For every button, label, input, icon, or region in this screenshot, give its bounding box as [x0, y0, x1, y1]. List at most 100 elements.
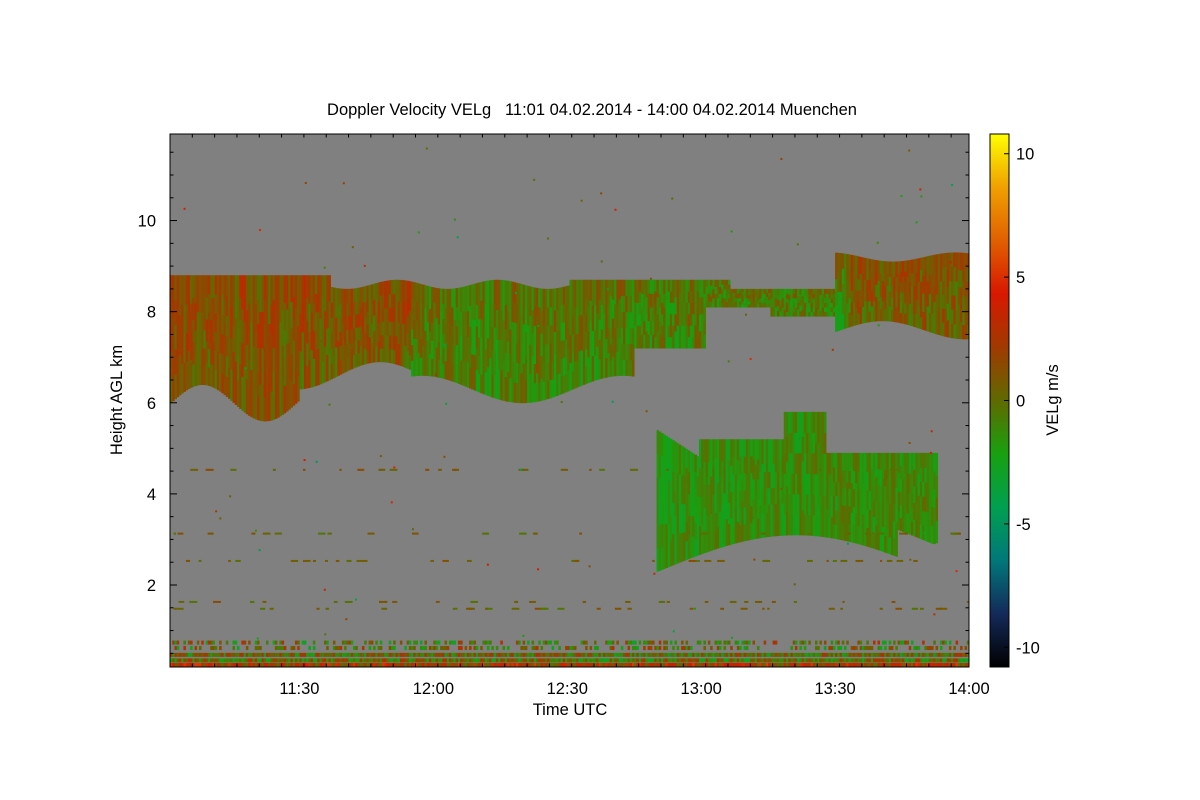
- upper-cloud-strip: [319, 362, 323, 385]
- lower-cloud-strip: [935, 497, 939, 521]
- surface-strip: [665, 640, 669, 645]
- lower-cloud-strip: [672, 440, 675, 472]
- surface-strip: [939, 640, 943, 645]
- surface-strip: [462, 658, 465, 663]
- upper-cloud-strip: [957, 252, 961, 271]
- lower-cloud-strip: [908, 452, 912, 474]
- surface-strip: [839, 646, 843, 651]
- upper-cloud-strip: [893, 306, 896, 323]
- upper-cloud-strip: [933, 270, 936, 287]
- speckle-dot: [645, 410, 648, 413]
- lower-cloud-strip: [810, 411, 814, 433]
- surface-strip: [178, 652, 182, 657]
- upper-cloud-strip: [620, 327, 624, 344]
- upper-cloud-strip: [823, 302, 827, 308]
- upper-cloud-strip: [819, 310, 822, 317]
- lower-cloud-strip: [701, 525, 704, 555]
- upper-cloud-strip: [685, 302, 689, 326]
- lower-cloud-strip: [917, 452, 921, 475]
- surface-strip: [634, 658, 637, 663]
- speckle-line: [259, 607, 266, 610]
- surface-strip: [589, 662, 593, 667]
- upper-cloud-strip: [908, 314, 912, 326]
- surface-strip: [830, 640, 834, 645]
- upper-cloud-strip: [379, 335, 383, 349]
- speckle-dot: [547, 237, 550, 240]
- upper-cloud-strip: [252, 310, 256, 348]
- lower-cloud-strip: [667, 523, 671, 568]
- lower-cloud-strip: [663, 523, 666, 569]
- upper-cloud-strip: [210, 364, 213, 387]
- surface-strip: [895, 658, 898, 663]
- upper-cloud-strip: [294, 307, 298, 340]
- upper-cloud-strip: [558, 330, 561, 353]
- upper-cloud-strip: [346, 316, 349, 331]
- lower-cloud-strip: [919, 481, 923, 497]
- surface-strip: [741, 662, 744, 667]
- speckle-line: [589, 468, 592, 471]
- surface-strip: [569, 646, 573, 651]
- surface-strip: [203, 662, 207, 667]
- upper-cloud-strip: [390, 279, 394, 295]
- upper-cloud-strip: [205, 275, 209, 298]
- surface-strip: [585, 658, 588, 663]
- upper-cloud-strip: [828, 307, 831, 317]
- upper-cloud-strip: [453, 350, 456, 383]
- lower-cloud-strip: [870, 468, 874, 485]
- upper-cloud-strip: [710, 296, 713, 303]
- upper-cloud-strip: [647, 307, 651, 322]
- surface-strip: [303, 652, 307, 657]
- surface-strip: [207, 640, 211, 645]
- surface-strip: [654, 658, 657, 663]
- lower-cloud-strip: [759, 472, 762, 506]
- lower-cloud-strip: [837, 481, 840, 511]
- upper-cloud-strip: [946, 320, 950, 338]
- upper-cloud-strip: [895, 291, 898, 308]
- surface-strip: [884, 640, 887, 645]
- upper-cloud-strip: [589, 320, 593, 342]
- lower-cloud-strip: [855, 513, 858, 544]
- surface-strip: [962, 658, 965, 663]
- upper-cloud-strip: [489, 318, 492, 359]
- surface-strip: [301, 640, 305, 645]
- surface-strip: [553, 640, 557, 645]
- upper-cloud-strip: [382, 281, 385, 296]
- surface-strip: [341, 652, 345, 657]
- upper-cloud-strip: [631, 311, 635, 329]
- surface-strip: [694, 652, 698, 657]
- surface-strip: [243, 640, 247, 645]
- surface-strip: [826, 652, 829, 657]
- surface-strip: [406, 658, 410, 663]
- speckle-dot: [315, 460, 318, 463]
- surface-strip: [332, 646, 336, 651]
- surface-strip: [388, 646, 392, 651]
- upper-cloud-strip: [832, 307, 836, 313]
- upper-cloud-strip: [888, 306, 892, 322]
- upper-cloud-strip: [801, 302, 805, 310]
- upper-cloud-strip: [785, 302, 789, 308]
- surface-strip: [471, 640, 474, 645]
- surface-strip: [422, 662, 425, 667]
- upper-cloud-strip: [714, 293, 718, 301]
- surface-strip: [582, 640, 586, 645]
- surface-strip: [640, 662, 644, 667]
- surface-strip: [736, 652, 740, 657]
- upper-cloud-strip: [585, 366, 588, 384]
- surface-strip: [698, 640, 702, 645]
- lower-cloud-strip: [707, 506, 711, 530]
- surface-strip: [277, 652, 280, 657]
- upper-cloud-strip: [917, 281, 921, 306]
- lower-cloud-strip: [752, 459, 756, 480]
- surface-strip: [556, 662, 559, 667]
- lower-cloud-strip: [719, 439, 722, 476]
- upper-cloud-strip: [337, 357, 340, 376]
- lower-cloud-strip: [864, 483, 867, 516]
- surface-strip: [719, 640, 722, 645]
- upper-cloud-strip: [953, 295, 956, 310]
- lower-cloud-strip: [886, 502, 889, 529]
- speckle-line: [230, 468, 237, 471]
- upper-cloud-strip: [428, 286, 432, 310]
- upper-cloud-strip: [759, 298, 762, 303]
- upper-cloud-strip: [915, 286, 918, 301]
- upper-cloud-strip: [654, 279, 657, 292]
